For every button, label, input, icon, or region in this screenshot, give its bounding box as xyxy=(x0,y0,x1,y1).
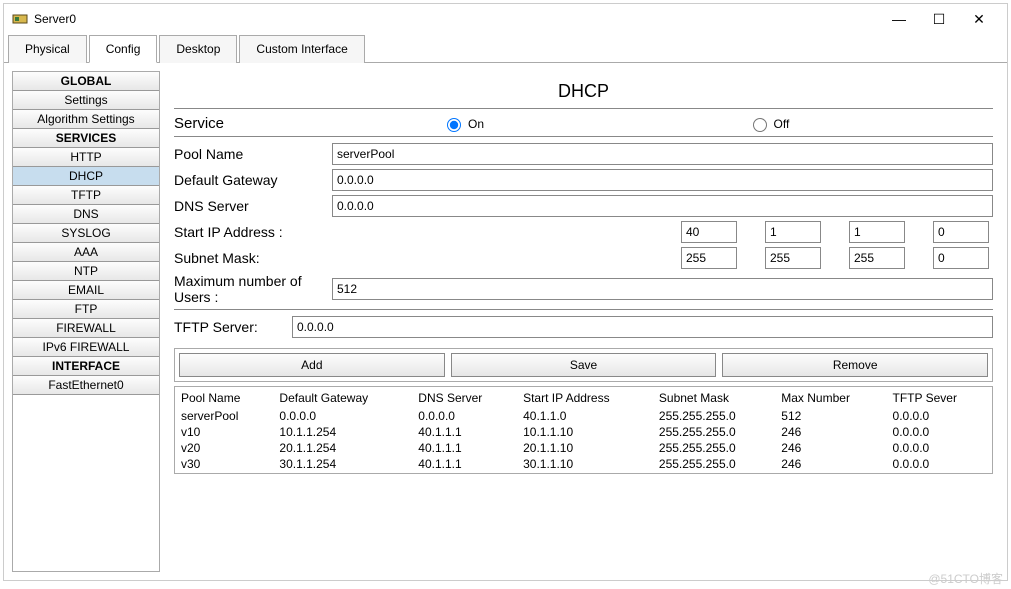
service-on-option[interactable]: On xyxy=(442,115,688,132)
window-title: Server0 xyxy=(34,12,76,26)
sidebar-item-dns[interactable]: DNS xyxy=(13,205,159,224)
app-icon xyxy=(12,11,28,27)
sidebar-item-tftp[interactable]: TFTP xyxy=(13,186,159,205)
table-cell: 40.1.1.0 xyxy=(517,409,653,425)
sidebar-item-ntp[interactable]: NTP xyxy=(13,262,159,281)
table-cell: 0.0.0.0 xyxy=(273,409,412,425)
subnet-mask-label: Subnet Mask: xyxy=(174,250,578,266)
pool-name-input[interactable] xyxy=(332,143,993,165)
sidebar-cat-services: SERVICES xyxy=(13,129,159,148)
sidebar-item-ftp[interactable]: FTP xyxy=(13,300,159,319)
table-cell: 255.255.255.0 xyxy=(653,441,775,457)
start-ip-oct3[interactable] xyxy=(849,221,905,243)
close-button[interactable]: ✕ xyxy=(959,11,999,28)
panel-title: DHCP xyxy=(174,75,993,108)
max-users-input[interactable] xyxy=(332,278,993,300)
table-cell: 40.1.1.1 xyxy=(412,441,517,457)
table-cell: 20.1.1.10 xyxy=(517,441,653,457)
service-off-radio[interactable] xyxy=(753,118,767,132)
sidebar-item-algorithm-settings[interactable]: Algorithm Settings xyxy=(13,110,159,129)
table-cell: 40.1.1.1 xyxy=(412,425,517,441)
tab-custom-interface[interactable]: Custom Interface xyxy=(239,35,364,63)
subnet-oct3[interactable] xyxy=(849,247,905,269)
max-users-label: Maximum number of Users : xyxy=(174,273,324,305)
table-cell: 0.0.0.0 xyxy=(887,409,992,425)
table-header[interactable]: Max Number xyxy=(775,387,886,409)
table-header[interactable]: Subnet Mask xyxy=(653,387,775,409)
dns-server-input[interactable] xyxy=(332,195,993,217)
minimize-button[interactable]: — xyxy=(879,11,919,27)
table-row[interactable]: v1010.1.1.25440.1.1.110.1.1.10255.255.25… xyxy=(175,425,992,441)
subnet-oct2[interactable] xyxy=(765,247,821,269)
start-ip-label: Start IP Address : xyxy=(174,224,578,240)
table-cell: 30.1.1.10 xyxy=(517,457,653,473)
sidebar-item-fastethernet0[interactable]: FastEthernet0 xyxy=(13,376,159,395)
table-cell: 255.255.255.0 xyxy=(653,409,775,425)
table-cell: 30.1.1.254 xyxy=(273,457,412,473)
start-ip-oct2[interactable] xyxy=(765,221,821,243)
table-cell: 40.1.1.1 xyxy=(412,457,517,473)
table-cell: 10.1.1.254 xyxy=(273,425,412,441)
table-cell: 20.1.1.254 xyxy=(273,441,412,457)
table-header[interactable]: Default Gateway xyxy=(273,387,412,409)
sidebar-item-http[interactable]: HTTP xyxy=(13,148,159,167)
table-cell: 0.0.0.0 xyxy=(887,457,992,473)
dhcp-pool-table[interactable]: Pool NameDefault GatewayDNS ServerStart … xyxy=(175,387,992,473)
service-label: Service xyxy=(174,115,324,132)
table-cell: 0.0.0.0 xyxy=(887,425,992,441)
service-on-radio[interactable] xyxy=(447,118,461,132)
sidebar-cat-global: GLOBAL xyxy=(13,72,159,91)
sidebar-item-dhcp[interactable]: DHCP xyxy=(13,167,159,186)
table-cell: 246 xyxy=(775,425,886,441)
table-row[interactable]: v2020.1.1.25440.1.1.120.1.1.10255.255.25… xyxy=(175,441,992,457)
sidebar-item-settings[interactable]: Settings xyxy=(13,91,159,110)
sidebar-item-ipv6-firewall[interactable]: IPv6 FIREWALL xyxy=(13,338,159,357)
tab-desktop[interactable]: Desktop xyxy=(159,35,237,63)
add-button[interactable]: Add xyxy=(179,353,445,377)
table-cell: 246 xyxy=(775,457,886,473)
table-cell: 246 xyxy=(775,441,886,457)
table-row[interactable]: v3030.1.1.25440.1.1.130.1.1.10255.255.25… xyxy=(175,457,992,473)
pool-name-label: Pool Name xyxy=(174,146,324,162)
sidebar-item-email[interactable]: EMAIL xyxy=(13,281,159,300)
table-cell: v20 xyxy=(175,441,273,457)
service-off-option[interactable]: Off xyxy=(748,115,994,132)
sidebar-item-syslog[interactable]: SYSLOG xyxy=(13,224,159,243)
sidebar-item-firewall[interactable]: FIREWALL xyxy=(13,319,159,338)
save-button[interactable]: Save xyxy=(451,353,717,377)
table-cell: 255.255.255.0 xyxy=(653,425,775,441)
table-cell: v10 xyxy=(175,425,273,441)
table-header[interactable]: TFTP Sever xyxy=(887,387,992,409)
table-cell: 10.1.1.10 xyxy=(517,425,653,441)
sidebar-cat-interface: INTERFACE xyxy=(13,357,159,376)
tab-physical[interactable]: Physical xyxy=(8,35,87,63)
table-header[interactable]: Start IP Address xyxy=(517,387,653,409)
dns-server-label: DNS Server xyxy=(174,198,324,214)
tftp-server-label: TFTP Server: xyxy=(174,319,284,335)
sidebar-item-aaa[interactable]: AAA xyxy=(13,243,159,262)
default-gateway-input[interactable] xyxy=(332,169,993,191)
tftp-server-input[interactable] xyxy=(292,316,993,338)
remove-button[interactable]: Remove xyxy=(722,353,988,377)
start-ip-oct1[interactable] xyxy=(681,221,737,243)
maximize-button[interactable]: ☐ xyxy=(919,11,959,28)
table-cell: serverPool xyxy=(175,409,273,425)
table-header[interactable]: Pool Name xyxy=(175,387,273,409)
subnet-oct1[interactable] xyxy=(681,247,737,269)
watermark: @51CTO博客 xyxy=(928,570,1003,587)
table-row[interactable]: serverPool0.0.0.00.0.0.040.1.1.0255.255.… xyxy=(175,409,992,425)
tab-config[interactable]: Config xyxy=(89,35,158,63)
start-ip-oct4[interactable] xyxy=(933,221,989,243)
subnet-oct4[interactable] xyxy=(933,247,989,269)
table-cell: 255.255.255.0 xyxy=(653,457,775,473)
table-header[interactable]: DNS Server xyxy=(412,387,517,409)
table-cell: 512 xyxy=(775,409,886,425)
table-cell: 0.0.0.0 xyxy=(887,441,992,457)
default-gateway-label: Default Gateway xyxy=(174,172,324,188)
table-cell: 0.0.0.0 xyxy=(412,409,517,425)
table-cell: v30 xyxy=(175,457,273,473)
